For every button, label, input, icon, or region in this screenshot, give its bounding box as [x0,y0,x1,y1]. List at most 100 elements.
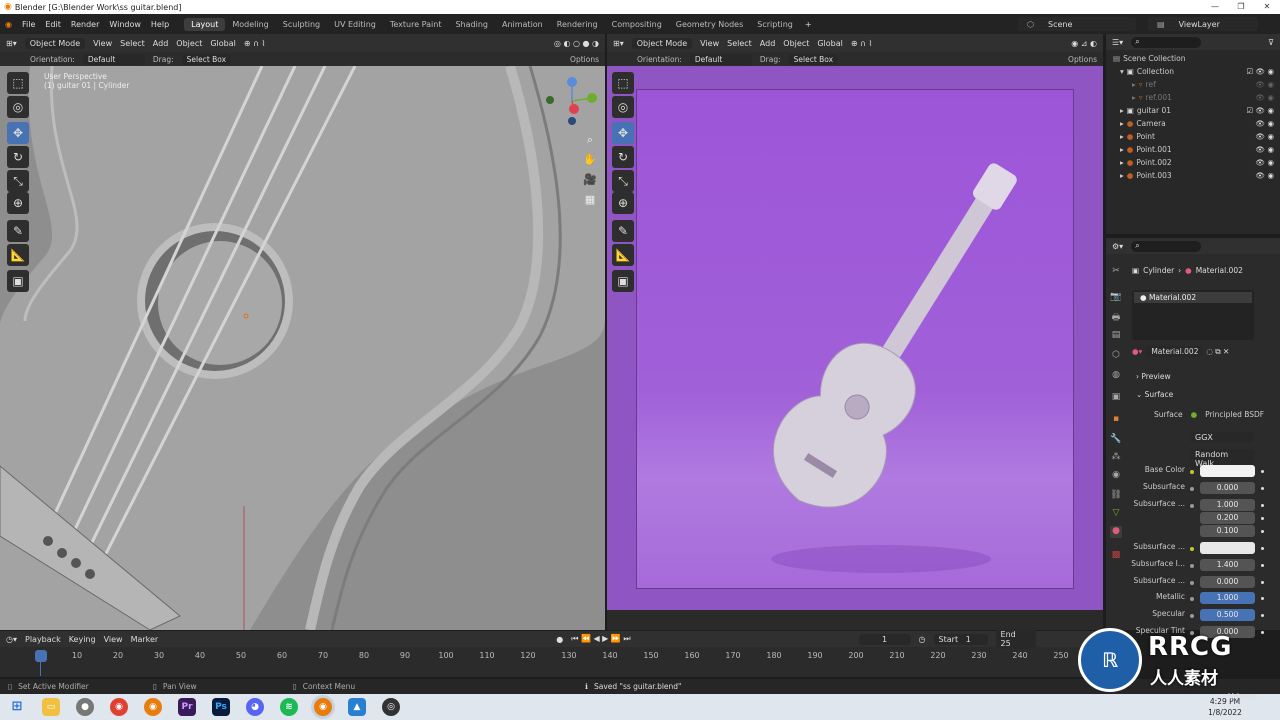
menu-view[interactable]: View [93,39,112,48]
select-box-tool-icon[interactable]: ⬚ [612,72,634,94]
premiere-icon[interactable]: Pr [178,698,196,716]
add-cube-tool-icon[interactable]: ▣ [612,270,634,292]
menu-window[interactable]: Window [104,20,146,29]
bsdf-field-value[interactable]: 0.100 [1200,525,1255,537]
outliner-row-scene-collection[interactable]: ▤ Scene Collection [1110,52,1280,65]
outliner-row-point-001[interactable]: ▸ ● Point.001 👁 ◉ [1110,143,1280,156]
drag-dropdown[interactable]: Select Box [181,53,232,65]
perspective-grid-icon[interactable]: ▦ [582,190,598,210]
outliner-search-input[interactable]: ⌕ [1131,36,1202,48]
menu-view[interactable]: View [104,635,123,644]
outliner-row-point-003[interactable]: ▸ ● Point.003 👁 ◉ [1110,169,1280,182]
snap-icon[interactable]: ⊕ ∩ ⌇ [244,39,266,48]
socket-dot-icon[interactable] [1190,487,1194,491]
outliner-row-collection[interactable]: ▾ ▣ Collection ☑ 👁 ◉ [1110,65,1280,78]
orientation-dropdown[interactable]: Default [82,53,145,65]
outliner-row-ref-001[interactable]: ▸ ▿ ref.001 👁 ◉ [1110,91,1280,104]
rotate-tool-icon[interactable]: ↻ [612,146,634,168]
socket-dot-icon[interactable] [1190,504,1194,508]
visibility-icons[interactable]: 👁 ◉ [1256,119,1274,128]
modifier-tab-icon[interactable]: 🔧 [1110,434,1122,446]
scale-tool-icon[interactable]: ⤡ [7,170,29,192]
obs-icon[interactable]: ◎ [382,698,400,716]
collection-tab-icon[interactable]: ▣ [1110,392,1122,404]
tab-sculpting[interactable]: Sculpting [276,18,327,31]
spotify-icon[interactable]: ≋ [280,698,298,716]
preview-panel-header[interactable]: › Preview [1136,372,1171,381]
bsdf-field-value[interactable] [1200,542,1255,554]
keyframe-dot-icon[interactable] [1261,564,1264,567]
blender-taskbar-icon[interactable]: ◉ [144,698,162,716]
mode-dropdown[interactable]: Object Mode [631,37,693,49]
clock-icon[interactable]: ◷ [919,635,926,644]
visibility-icons[interactable]: 👁 ◉ [1256,171,1274,180]
data-tab-icon[interactable]: ▽ [1110,508,1122,520]
tab-texture-paint[interactable]: Texture Paint [383,18,449,31]
tab-compositing[interactable]: Compositing [605,18,669,31]
select-box-tool-icon[interactable]: ⬚ [7,72,29,94]
socket-dot-icon[interactable] [1190,614,1194,618]
tab-layout[interactable]: Layout [184,17,226,31]
filter-icon[interactable]: ⊽ [1268,38,1274,47]
transform-tool-icon[interactable]: ⊕ [7,192,29,214]
outliner-row-guitar[interactable]: ▸ ▣ guitar 01 ☑ 👁 ◉ [1110,104,1280,117]
material-datablock[interactable]: ●▾ Material.002 ◌ ⧉ ✕ [1132,346,1229,357]
menu-object[interactable]: Object [176,39,202,48]
socket-dot-icon[interactable] [1190,564,1194,568]
tab-shading[interactable]: Shading [448,18,495,31]
outliner-row-point[interactable]: ▸ ● Point 👁 ◉ [1110,130,1280,143]
menu-select[interactable]: Select [727,39,752,48]
view-layer-tab-icon[interactable]: ▤ [1110,330,1122,342]
constraints-tab-icon[interactable]: ⛓ [1110,490,1122,502]
annotate-tool-icon[interactable]: ✎ [612,220,634,242]
timeline-ruler[interactable]: 1102030405060708090100110120130140150160… [0,651,1106,663]
measure-tool-icon[interactable]: 📐 [7,244,29,266]
bsdf-field-value[interactable]: 1.000 [1200,592,1255,604]
bsdf-field-value[interactable]: 1.000 [1200,499,1255,511]
menu-playback[interactable]: Playback [25,635,61,644]
outliner-row-camera[interactable]: ▸ ● Camera 👁 ◉ [1110,117,1280,130]
transform-orientation-dropdown[interactable]: Global [817,39,843,48]
surface-shader-value[interactable]: Principled BSDF [1205,410,1264,419]
menu-select[interactable]: Select [120,39,145,48]
chrome-icon[interactable]: ◉ [110,698,128,716]
zoom-icon[interactable]: ⌕ [582,130,598,150]
tab-uv-editing[interactable]: UV Editing [327,18,383,31]
app-icon[interactable]: ● [76,698,94,716]
tab-animation[interactable]: Animation [495,18,550,31]
file-explorer-icon[interactable]: ▭ [42,698,60,716]
options-button[interactable]: Options [1068,55,1097,64]
blender-active-icon[interactable]: ◉ [314,698,332,716]
move-tool-icon[interactable]: ✥ [7,122,29,144]
current-frame-field[interactable]: 1 [858,633,911,645]
playhead[interactable] [35,650,47,662]
tab-scripting[interactable]: Scripting [750,18,800,31]
options-button[interactable]: Options [570,55,599,64]
menu-file[interactable]: File [17,20,40,29]
maximize-button[interactable]: ❐ [1228,0,1254,14]
photoshop-icon[interactable]: Ps [212,698,230,716]
menu-keying[interactable]: Keying [69,635,96,644]
keyframe-dot-icon[interactable] [1261,597,1264,600]
menu-edit[interactable]: Edit [40,20,66,29]
pan-hand-icon[interactable]: ✋ [582,150,598,170]
bsdf-field-value[interactable]: 1.400 [1200,559,1255,571]
visibility-icons[interactable]: 👁 ◉ [1256,132,1274,141]
add-cube-tool-icon[interactable]: ▣ [7,270,29,292]
output-tab-icon[interactable]: 🖶 [1110,310,1122,323]
bsdf-field-value[interactable]: 0.000 [1200,482,1255,494]
physics-tab-icon[interactable]: ◉ [1110,470,1122,482]
outliner-row-ref[interactable]: ▸ ▿ ref 👁 ◉ [1110,78,1280,91]
tab-modeling[interactable]: Modeling [225,18,275,31]
image-viewer-icon[interactable]: ▲ [348,698,366,716]
tab-rendering[interactable]: Rendering [550,18,605,31]
tab-geometry-nodes[interactable]: Geometry Nodes [669,18,750,31]
orientation-dropdown[interactable]: Default [689,53,752,65]
annotate-tool-icon[interactable]: ✎ [7,220,29,242]
keyframe-dot-icon[interactable] [1261,487,1264,490]
properties-search-input[interactable]: ⌕ [1131,240,1202,252]
menu-add[interactable]: Add [760,39,776,48]
editor-type-icon[interactable]: ⊞▾ [613,39,624,48]
measure-tool-icon[interactable]: 📐 [612,244,634,266]
cursor-tool-icon[interactable]: ◎ [7,96,29,118]
